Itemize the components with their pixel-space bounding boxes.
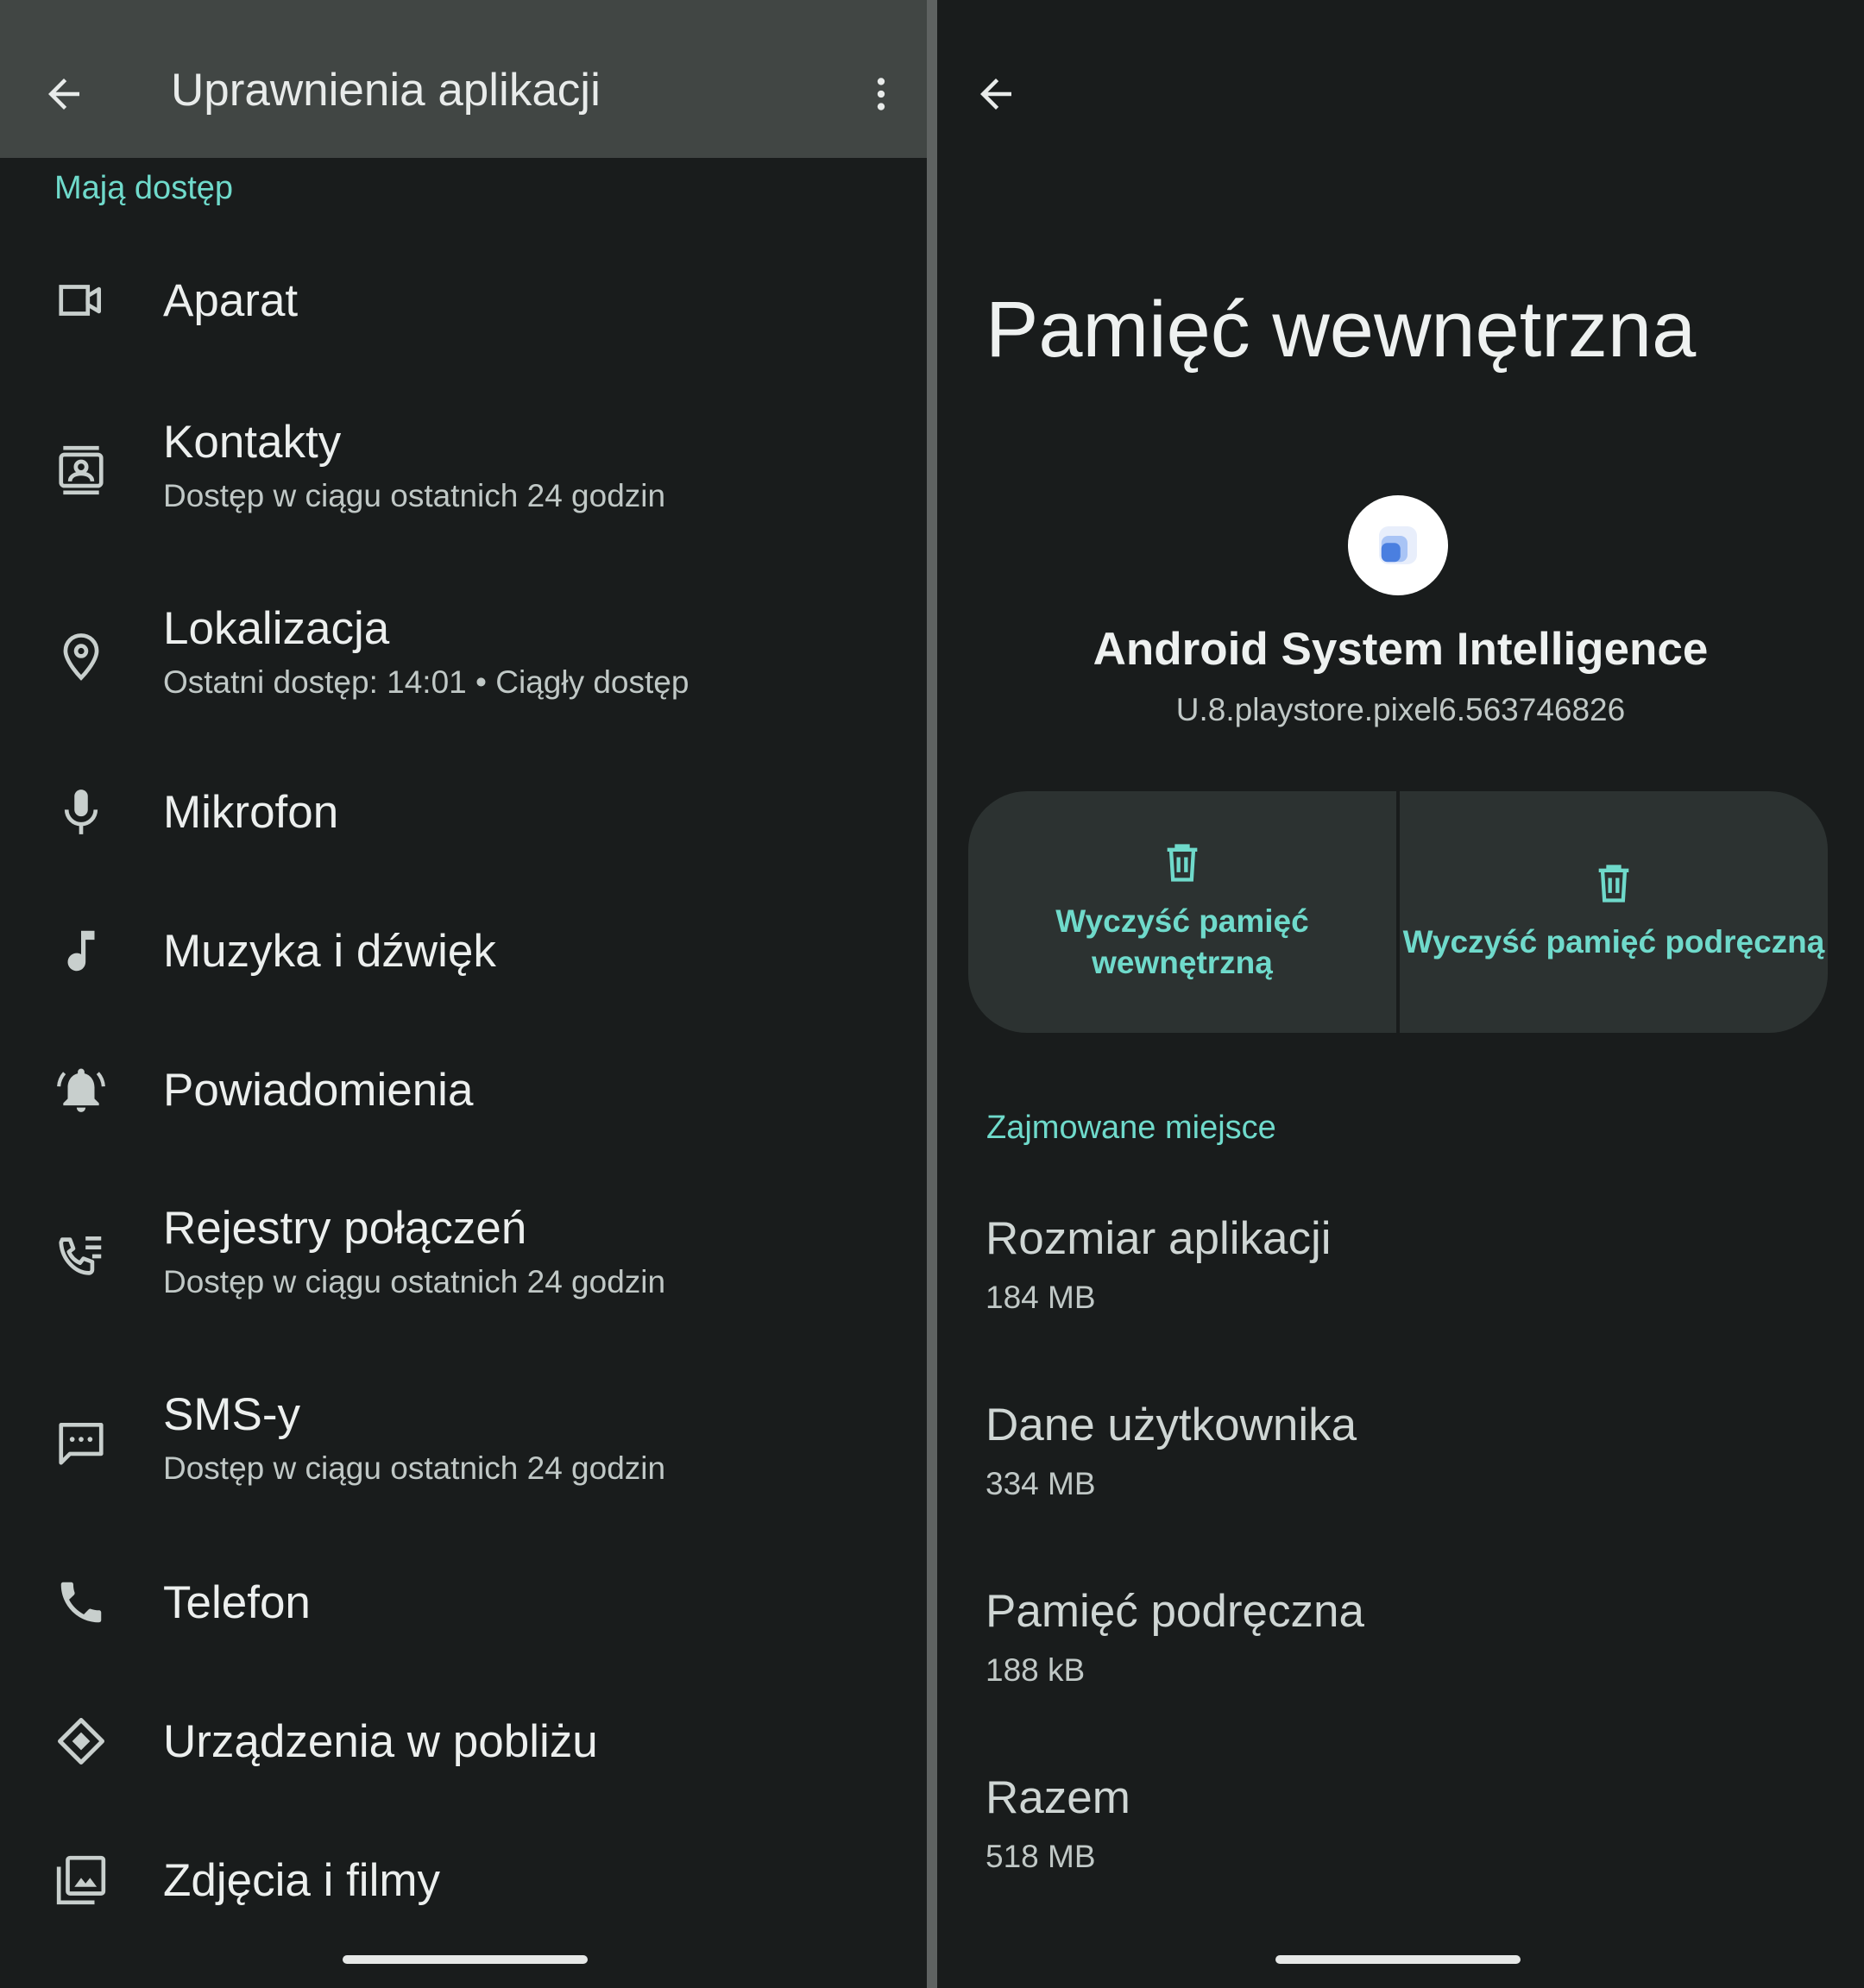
back-button[interactable] [954,53,1037,135]
sms-icon [51,1412,111,1473]
trash-icon [1167,844,1198,882]
storage-label: Dane użytkownika [986,1400,1357,1450]
permission-item-camera[interactable]: Aparat [0,236,927,365]
permission-title: Muzyka i dźwięk [163,926,496,977]
storage-label: Rozmiar aplikacji [986,1213,1332,1264]
storage-item-user-data: Dane użytkownika 334 MB [986,1399,1831,1545]
back-button[interactable] [22,53,105,135]
storage-value: 518 MB [986,1839,1096,1874]
permission-item-microphone[interactable]: Mikrofon [0,747,927,877]
app-storage-screen: Pamięć wewnętrzna Android System Intelli… [937,0,1864,1988]
storage-label: Pamięć podręczna [986,1586,1364,1637]
permission-subtitle: Dostęp w ciągu ostatnich 24 godzin [163,1264,666,1299]
more-options-button[interactable] [849,62,913,126]
trash-icon [1598,865,1629,903]
permission-item-call-logs[interactable]: Rejestry połączeń Dostęp w ciągu ostatni… [0,1192,927,1321]
gesture-nav-handle[interactable] [1275,1955,1521,1964]
storage-value: 334 MB [986,1466,1096,1501]
permission-title: Mikrofon [163,787,339,838]
nearby-devices-icon [51,1711,111,1771]
permission-item-location[interactable]: Lokalizacja Ostatni dostęp: 14:01 • Ciąg… [0,592,927,721]
permission-item-sms[interactable]: SMS-y Dostęp w ciągu ostatnich 24 godzin [0,1378,927,1507]
app-icon [1348,495,1448,595]
location-pin-icon [51,626,111,687]
storage-value: 188 kB [986,1652,1086,1688]
permission-subtitle: Ostatni dostęp: 14:01 • Ciągły dostęp [163,664,690,700]
permission-title: Powiadomienia [163,1065,474,1116]
page-title: Uprawnienia aplikacji [171,65,601,116]
storage-label: Razem [986,1772,1130,1823]
storage-item-total: Razem 518 MB [986,1771,1831,1918]
android-system-intelligence-icon [1379,526,1417,564]
permission-title: Lokalizacja [163,603,390,654]
microphone-icon [51,782,111,842]
app-permissions-screen: Uprawnienia aplikacji Mają dostęp Aparat… [0,0,927,1988]
gesture-nav-handle[interactable] [343,1955,588,1964]
permission-subtitle: Dostęp w ciągu ostatnich 24 godzin [163,1450,666,1486]
storage-actions-panel: Wyczyść pamięć wewnętrzną Wyczyść pamięć… [968,791,1828,1033]
permission-item-photos[interactable]: Zdjęcia i filmy [0,1815,927,1945]
app-version: U.8.playstore.pixel6.563746826 [1175,692,1626,727]
arrow-back-icon [980,79,1011,110]
permission-title: Zdjęcia i filmy [163,1855,441,1906]
permission-title: Urządzenia w pobliżu [163,1716,598,1767]
screen-divider [927,0,937,1988]
storage-item-app-size: Rozmiar aplikacji 184 MB [986,1212,1831,1359]
permission-subtitle: Dostęp w ciągu ostatnich 24 godzin [163,478,666,513]
section-header-space-used: Zajmowane miejsce [986,1110,1276,1146]
permission-title: Kontakty [163,417,342,468]
permission-item-music[interactable]: Muzyka i dźwięk [0,886,927,1016]
permission-title: SMS-y [163,1389,300,1440]
section-header-allowed: Mają dostęp [54,170,234,206]
clear-cache-button[interactable]: Wyczyść pamięć podręczną [1400,791,1828,1033]
permission-title: Telefon [163,1577,311,1628]
top-app-bar: Uprawnienia aplikacji [0,0,927,158]
clear-cache-label: Wyczyść pamięć podręczną [1402,924,1825,959]
storage-value: 184 MB [986,1280,1096,1315]
permission-item-nearby-devices[interactable]: Urządzenia w pobliżu [0,1677,927,1806]
camera-icon [51,270,111,330]
phone-icon [51,1572,111,1633]
notification-bell-icon [51,1060,111,1120]
arrow-back-icon [48,79,79,110]
page-title: Pamięć wewnętrzna [986,286,1697,374]
music-note-icon [51,921,111,981]
permission-item-contacts[interactable]: Kontakty Dostęp w ciągu ostatnich 24 god… [0,406,927,535]
app-name: Android System Intelligence [1093,624,1709,675]
permission-title: Aparat [163,275,299,326]
more-vert-icon [877,78,885,110]
clear-storage-label: Wyczyść pamięć wewnętrzną [1055,903,1309,980]
permission-item-notifications[interactable]: Powiadomienia [0,1025,927,1154]
permission-item-phone[interactable]: Telefon [0,1538,927,1667]
storage-item-cache: Pamięć podręczna 188 kB [986,1585,1831,1732]
photos-icon [51,1850,111,1910]
call-log-icon [51,1226,111,1287]
clear-storage-button[interactable]: Wyczyść pamięć wewnętrzną [968,791,1396,1033]
permission-title: Rejestry połączeń [163,1203,527,1254]
contacts-icon [51,440,111,500]
